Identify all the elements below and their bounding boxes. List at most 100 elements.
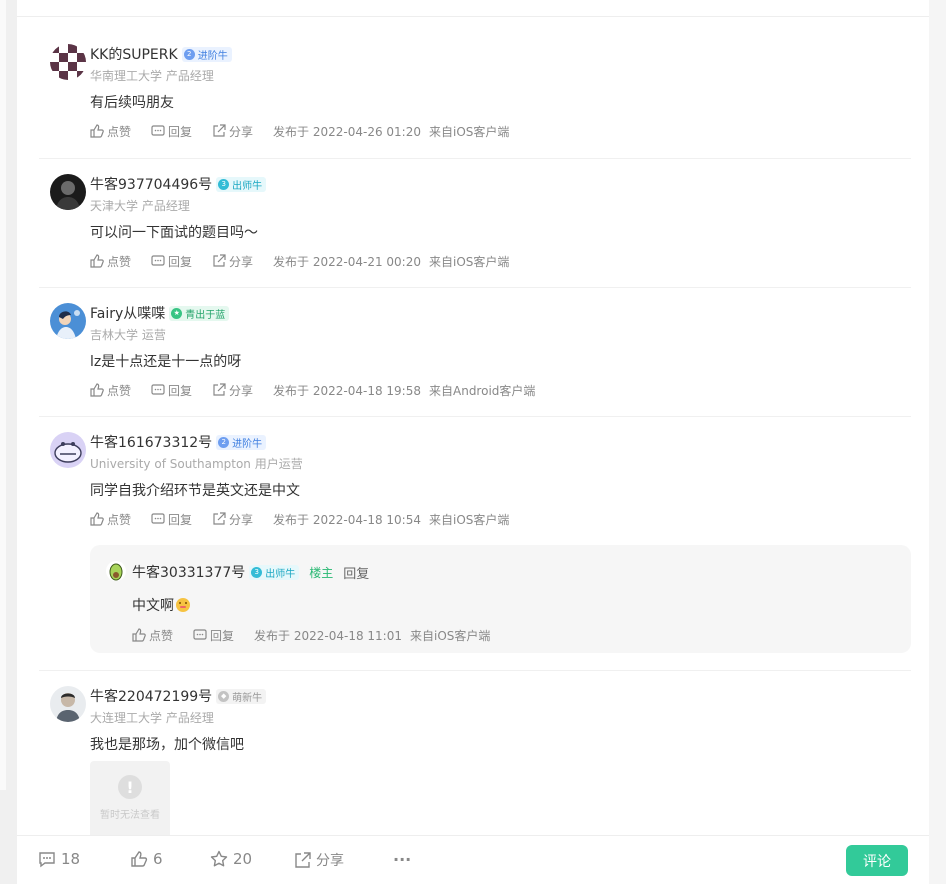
comment-actions: 点赞 回复 分享 发布于 2022-04-18 19:58 来自Android客…	[90, 381, 543, 399]
badge-label: 出师牛	[232, 180, 263, 192]
like-button[interactable]: 点赞	[90, 253, 131, 270]
thumbs-up-icon	[90, 512, 104, 526]
more-button[interactable]: ···	[393, 850, 411, 869]
comment-divider	[39, 158, 911, 159]
username[interactable]: 牛客937704496号	[90, 174, 212, 194]
avatar[interactable]	[50, 686, 86, 722]
post-source: 来自Android客户端	[429, 383, 536, 398]
share-button[interactable]: 分享	[212, 123, 253, 140]
likes-count: 6	[153, 850, 163, 868]
level-badge: 3 出师牛	[216, 176, 267, 192]
post-source: 来自iOS客户端	[429, 512, 510, 527]
comment-item: 牛客220472199号 ◆ 萌新牛 大连理工大学 产品经理 我也是那场，加个微信…	[50, 686, 912, 846]
reply-label: 回复	[168, 512, 193, 527]
more-icon: ···	[393, 850, 412, 869]
reply-button[interactable]: 回复	[151, 511, 192, 528]
reply-button[interactable]: 回复	[151, 382, 192, 399]
level-badge: ★ 青出于蓝	[169, 305, 230, 321]
thumbs-up-icon	[90, 383, 104, 397]
like-button[interactable]: 点赞	[90, 382, 131, 399]
post-time: 发布于 2022-04-18 19:58	[273, 383, 421, 398]
avatar[interactable]	[50, 44, 86, 80]
share-button[interactable]: 分享	[212, 511, 253, 528]
emoji-icon	[176, 598, 190, 612]
thumbs-up-icon	[90, 124, 104, 138]
favorites-count: 20	[233, 850, 253, 868]
share-icon	[213, 512, 226, 525]
username[interactable]: Fairy从喋喋	[90, 303, 165, 323]
comment-actions: 点赞 回复 分享 发布于 2022-04-26 01:20 来自iOS客户端	[90, 122, 517, 140]
user-subtitle: University of Southampton 用户运营	[90, 457, 303, 471]
level-icon: 2	[218, 436, 230, 448]
reply-button[interactable]: 回复	[151, 123, 192, 140]
avatar[interactable]	[50, 174, 86, 210]
comment-item: KK的SUPERK 2 进阶牛 华南理工大学 产品经理 有后续吗朋友 点赞 回复 …	[50, 44, 912, 154]
person-avatar-image	[50, 174, 86, 210]
username[interactable]: 牛客220472199号	[90, 686, 212, 706]
comment-item: 牛客161673312号 2 进阶牛 University of Southamp…	[50, 432, 912, 542]
share-icon	[295, 851, 311, 868]
username[interactable]: 牛客161673312号	[90, 432, 212, 452]
badge-label: 出师牛	[265, 568, 296, 580]
avatar[interactable]	[50, 303, 86, 339]
share-button[interactable]: 分享	[212, 253, 253, 270]
avatar[interactable]	[106, 561, 126, 581]
comment-text: 可以问一下面试的题目吗～	[90, 225, 258, 241]
reply-label: 回复	[168, 254, 193, 269]
image-attachment[interactable]: ! 暂时无法查看	[90, 761, 170, 841]
comment-section: KK的SUPERK 2 进阶牛 华南理工大学 产品经理 有后续吗朋友 点赞 回复 …	[17, 0, 929, 884]
thumbs-up-icon	[131, 851, 148, 867]
post-time: 发布于 2022-04-18 11:01	[254, 628, 402, 643]
reply-label: 回复	[210, 628, 235, 643]
post-time: 发布于 2022-04-18 10:54	[273, 512, 421, 527]
reply-button[interactable]: 回复	[193, 627, 234, 644]
diamond-icon: ◆	[218, 690, 230, 702]
like-button[interactable]: 点赞	[132, 627, 173, 644]
comment-divider	[39, 416, 911, 417]
comment-actions: 点赞 回复 分享 发布于 2022-04-21 00:20 来自iOS客户端	[90, 252, 517, 270]
warning-icon: !	[118, 775, 142, 799]
username[interactable]: KK的SUPERK	[90, 44, 178, 64]
like-button[interactable]: 点赞	[90, 511, 131, 528]
user-subtitle: 华南理工大学 产品经理	[90, 69, 214, 83]
reply-link[interactable]: 回复	[343, 563, 369, 582]
avatar[interactable]	[50, 432, 86, 468]
level-icon: 3	[218, 178, 230, 190]
level-icon: 3	[251, 566, 263, 578]
comment-item: Fairy从喋喋 ★ 青出于蓝 吉林大学 运营 lz是十点还是十一点的呀 点赞 回…	[50, 303, 912, 413]
comment-icon	[151, 255, 165, 266]
badge-label: 青出于蓝	[185, 309, 226, 321]
hippo-avatar-image	[50, 432, 86, 468]
share-button[interactable]: 分享	[294, 850, 344, 870]
post-source: 来自iOS客户端	[409, 628, 491, 643]
avocado-avatar-image	[106, 561, 126, 581]
like-count-button[interactable]: 6	[130, 850, 163, 868]
reply-label: 回复	[168, 383, 193, 398]
comments-count: 18	[61, 850, 81, 868]
share-label: 分享	[316, 853, 344, 869]
reply-button[interactable]: 回复	[151, 253, 192, 270]
bottom-action-bar: 18 6 20 分享 ··· 评论	[17, 835, 929, 884]
share-icon	[213, 124, 226, 137]
share-button[interactable]: 分享	[212, 382, 253, 399]
badge-label: 进阶牛	[197, 50, 228, 62]
reply-text-content: 中文啊	[132, 598, 174, 614]
person-avatar-image	[50, 686, 86, 722]
medal-icon: ★	[171, 307, 183, 319]
comment-button[interactable]: 评论	[846, 845, 908, 876]
favorite-count-button[interactable]: 20	[210, 850, 252, 868]
username[interactable]: 牛客30331377号	[132, 562, 245, 582]
comment-text: 有后续吗朋友	[90, 95, 174, 111]
scrollbar[interactable]	[929, 0, 946, 884]
post-source: 来自iOS客户端	[429, 124, 510, 139]
comments-count-button[interactable]: 18	[38, 850, 80, 868]
level-icon: 2	[183, 48, 195, 60]
share-label: 分享	[229, 383, 254, 398]
reply-text: 中文啊	[132, 595, 190, 615]
star-icon	[210, 850, 228, 867]
comment-item: 牛客937704496号 3 出师牛 天津大学 产品经理 可以问一下面试的题目吗～…	[50, 174, 912, 284]
like-label: 点赞	[107, 254, 132, 269]
like-button[interactable]: 点赞	[90, 123, 131, 140]
share-label: 分享	[229, 512, 254, 527]
level-badge: 2 进阶牛	[216, 434, 267, 450]
